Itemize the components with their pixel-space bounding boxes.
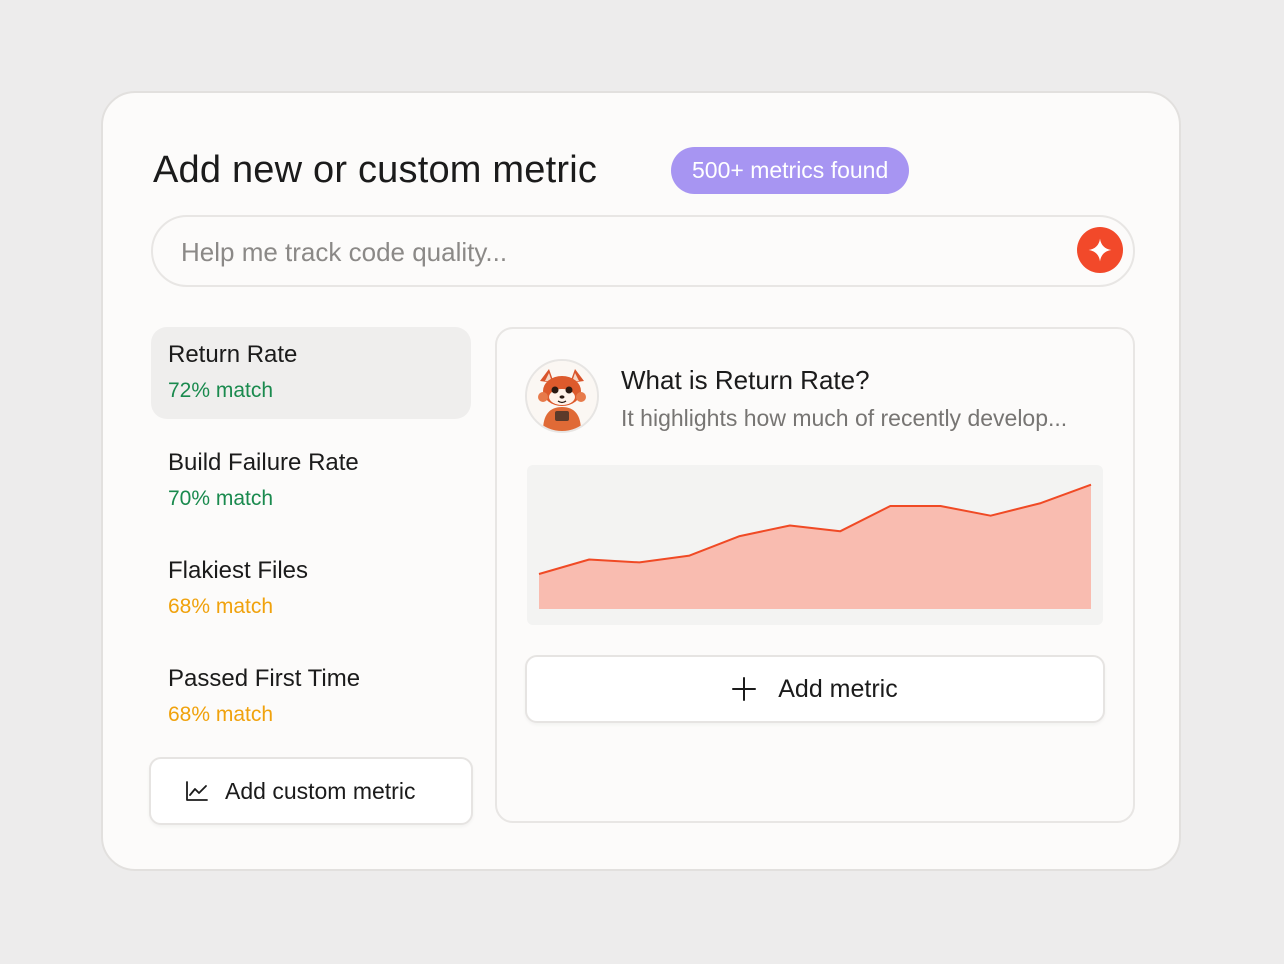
page-title: Add new or custom metric — [153, 149, 598, 191]
metric-name: Build Failure Rate — [168, 449, 359, 476]
metric-list: Return Rate 72% match Build Failure Rate 70… — [151, 327, 471, 759]
ai-suggest-button[interactable] — [1077, 227, 1123, 273]
metric-option[interactable]: Return Rate 72% match — [151, 327, 471, 419]
add-metric-label: Add metric — [778, 674, 898, 703]
metric-name: Flakiest Files — [168, 557, 309, 584]
add-metric-button[interactable]: Add metric — [525, 655, 1105, 723]
line-chart-icon — [186, 781, 208, 801]
metric-match-score: 68% match — [168, 595, 274, 618]
red-panda-avatar — [525, 359, 599, 433]
metric-match-score: 70% match — [168, 487, 274, 510]
metric-option[interactable]: Flakiest Files 68% match — [151, 543, 471, 635]
plus-icon — [732, 677, 757, 701]
metric-name: Return Rate — [168, 341, 298, 368]
search-bar — [151, 215, 1135, 287]
metric-picker-card: Add new or custom metric 500+ metrics fo… — [101, 91, 1181, 871]
add-custom-metric-label: Add custom metric — [225, 777, 416, 804]
chart-area-fill — [539, 484, 1091, 609]
metric-match-score: 72% match — [168, 379, 274, 402]
metric-match-score: 68% match — [168, 703, 274, 726]
metric-option[interactable]: Passed First Time 68% match — [151, 651, 471, 743]
search-input[interactable] — [179, 217, 1063, 287]
return-rate-chart — [527, 465, 1103, 625]
metric-option[interactable]: Build Failure Rate 70% match — [151, 435, 471, 527]
metrics-found-badge: 500+ metrics found — [671, 147, 910, 194]
add-custom-metric-button[interactable]: Add custom metric — [149, 757, 473, 825]
metric-name: Passed First Time — [168, 665, 361, 692]
detail-description: It highlights how much of recently devel… — [621, 405, 1068, 431]
metric-detail-panel: What is Return Rate? It highlights how m… — [495, 327, 1135, 823]
sparkle-icon — [1088, 238, 1112, 262]
detail-title: What is Return Rate? — [621, 365, 870, 395]
